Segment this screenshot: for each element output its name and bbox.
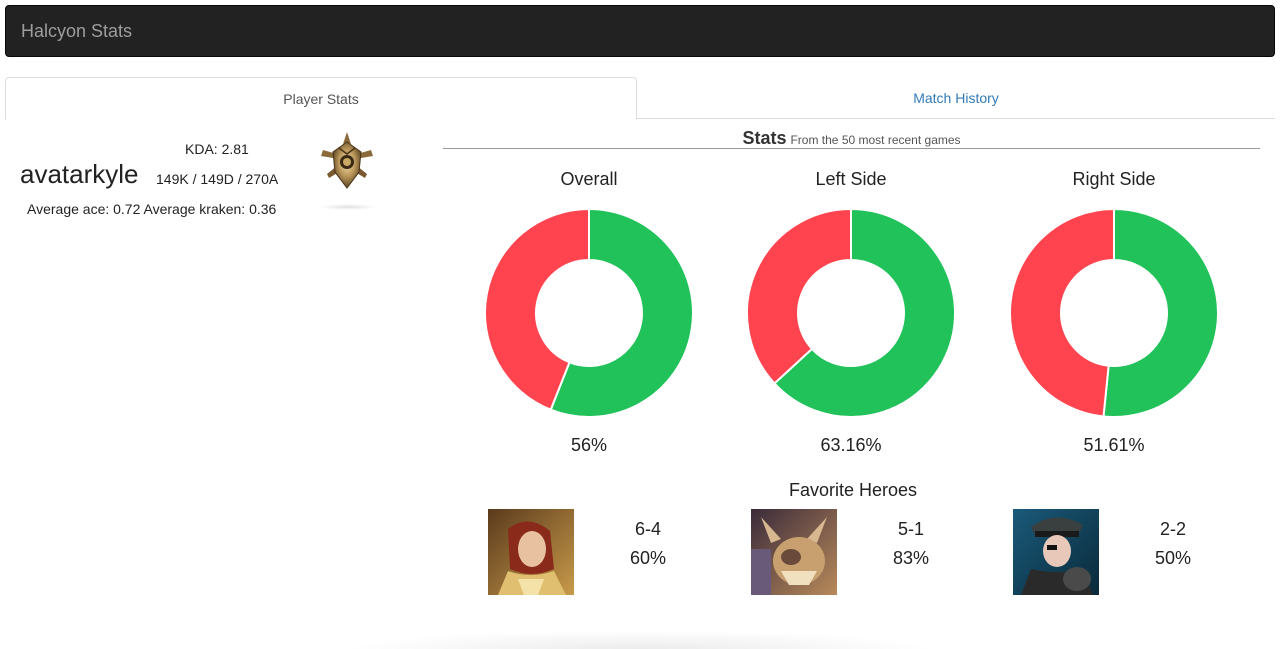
favorite-hero-2[interactable]: 5-1 83% [751,509,1001,595]
chart-overall: Overall 56% [479,166,699,456]
stats-title: Stats [742,128,787,148]
win-rate-label: 51.61% [1083,435,1145,455]
hero-record: 2-2 [1159,519,1186,539]
tab-match-history[interactable]: Match History [637,77,1275,119]
navbar: Halcyon Stats [5,5,1275,57]
favorite-hero-1[interactable]: 6-4 60% [488,509,738,595]
hero-portrait-officer[interactable] [1013,509,1099,595]
stats-header: Stats From the 50 most recent games [443,128,1260,149]
win-slice[interactable] [1102,208,1219,418]
tab-player-stats[interactable]: Player Stats [5,77,637,120]
tier-badge-shadow [319,204,377,210]
hero-record: 6-4 [634,519,661,539]
chart-title: Left Side [815,169,887,189]
hero-portrait-knight[interactable] [488,509,574,595]
win-rate-label: 63.16% [820,435,882,455]
average-stats: Average ace: 0.72 Average kraken: 0.36 [27,201,277,217]
kda-value: KDA: 2.81 [185,141,249,157]
donut-chart [484,208,694,418]
chart-title: Right Side [1072,169,1156,189]
favorite-hero-3[interactable]: 2-2 50% [1013,509,1263,595]
kda-totals: 149K / 149D / 270A [156,171,279,187]
hero-winrate: 60% [629,548,667,568]
donut-chart [1009,208,1219,418]
chart-right-side: Right Side 51.61% [1004,166,1224,456]
win-rate-label: 56% [570,435,608,455]
favorite-heroes-title: Favorite Heroes [788,480,918,500]
donut-chart [746,208,956,418]
stats-subtitle: From the 50 most recent games [790,133,961,147]
tab-bar: Player Stats Match History [5,77,1275,120]
loss-slice[interactable] [746,208,852,385]
tier-badge-icon [317,130,377,192]
hero-record: 5-1 [897,519,924,539]
hero-portrait-beast[interactable] [751,509,837,595]
chart-left-side: Left Side 63.16% [741,166,961,456]
hero-winrate: 83% [892,548,930,568]
player-name: avatarkyle [20,159,139,189]
brand-link[interactable]: Halcyon Stats [21,21,132,42]
chart-title: Overall [560,169,618,189]
loss-slice[interactable] [1009,208,1115,418]
hero-winrate: 50% [1154,548,1192,568]
footer-shadow [340,630,940,649]
